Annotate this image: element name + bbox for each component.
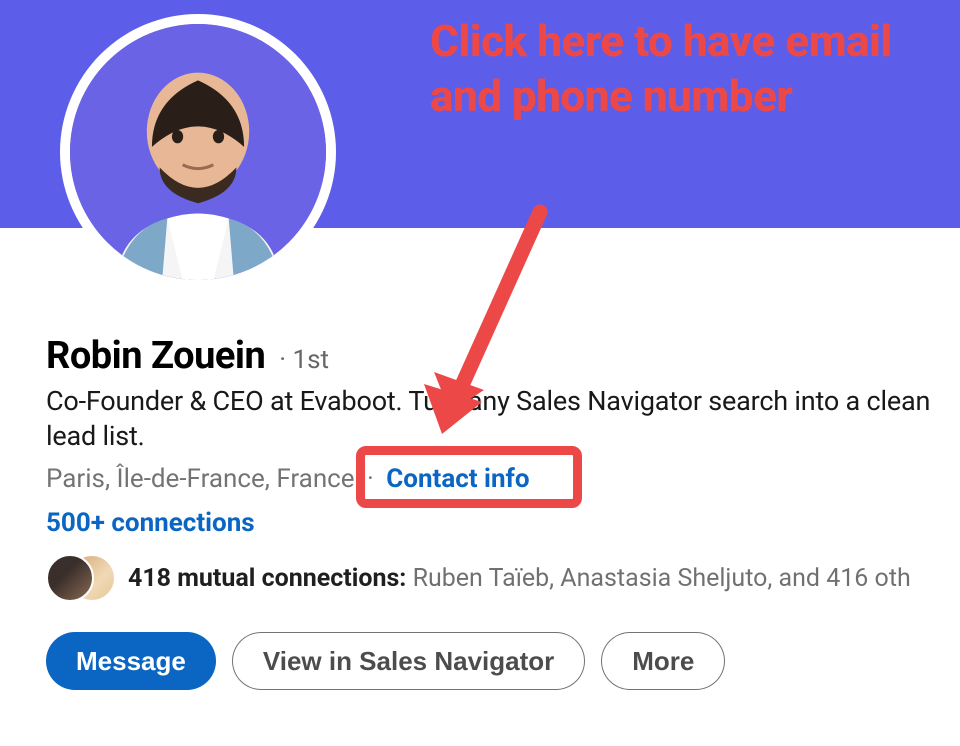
separator-dot: · xyxy=(361,464,381,494)
mutual-avatars xyxy=(46,554,110,602)
profile-location: Paris, Île-de-France, France xyxy=(46,464,355,494)
connection-degree: · 1st xyxy=(279,345,329,375)
connections-count[interactable]: 500+ connections xyxy=(46,508,960,538)
profile-photo[interactable] xyxy=(60,14,336,290)
contact-info-link[interactable]: Contact info xyxy=(386,464,529,494)
view-sales-navigator-button[interactable]: View in Sales Navigator xyxy=(232,632,585,690)
profile-headline: Co-Founder & CEO at Evaboot. Turn any Sa… xyxy=(46,384,960,454)
avatar-image xyxy=(70,24,326,280)
mutual-count: 418 mutual connections: xyxy=(128,564,406,593)
mutual-avatar-1 xyxy=(46,554,94,602)
mutual-names: Ruben Taïeb, Anastasia Sheljuto, and 416… xyxy=(413,564,911,593)
more-button[interactable]: More xyxy=(601,632,725,690)
mutual-text: 418 mutual connections: Ruben Taïeb, Ana… xyxy=(128,564,911,593)
profile-name: Robin Zouein xyxy=(46,334,265,378)
mutual-connections[interactable]: 418 mutual connections: Ruben Taïeb, Ana… xyxy=(46,554,960,602)
annotation-text: Click here to have email and phone numbe… xyxy=(430,14,960,124)
message-button[interactable]: Message xyxy=(46,632,216,690)
